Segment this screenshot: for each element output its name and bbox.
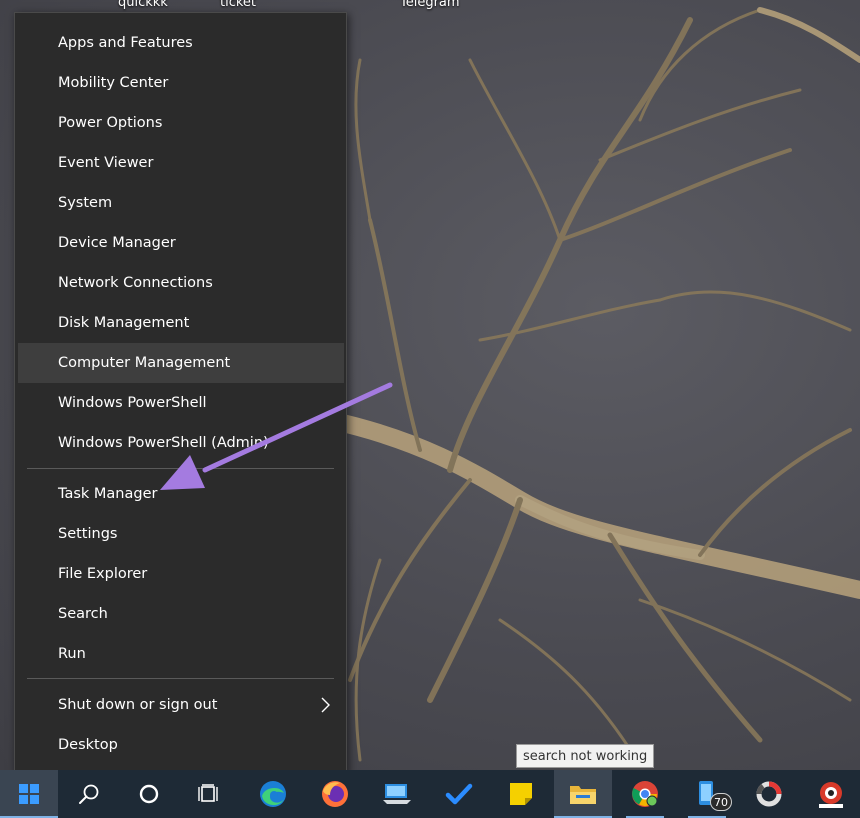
menu-item-label: System	[58, 195, 113, 211]
menu-item-device-manager[interactable]: Device Manager	[18, 223, 344, 263]
chevron-right-icon	[321, 697, 330, 713]
menu-item-mobility-center[interactable]: Mobility Center	[18, 63, 344, 103]
menu-item-label: Disk Management	[58, 315, 190, 331]
menu-item-label: Shut down or sign out	[58, 697, 218, 713]
taskbar-app-file-explorer[interactable]	[554, 770, 612, 818]
menu-item-label: Task Manager	[58, 486, 158, 502]
menu-item-run[interactable]: Run	[18, 634, 344, 674]
todo-check-icon	[445, 783, 473, 805]
menu-item-event-viewer[interactable]: Event Viewer	[18, 143, 344, 183]
power-user-menu: Apps and Features Mobility Center Power …	[14, 12, 347, 774]
file-explorer-icon	[570, 786, 596, 804]
taskbar-app-your-phone[interactable]: 70	[678, 770, 736, 818]
taskbar-app-remote-desktop[interactable]	[368, 770, 426, 818]
menu-item-label: Windows PowerShell	[58, 395, 207, 411]
menu-item-label: Device Manager	[58, 235, 176, 251]
chrome-icon	[632, 781, 658, 807]
menu-item-computer-management[interactable]: Computer Management	[18, 343, 344, 383]
photoscape-icon	[819, 782, 843, 808]
firefox-icon	[322, 781, 348, 807]
taskbar: 70	[0, 770, 860, 818]
menu-item-shut-down-or-sign-out[interactable]: Shut down or sign out	[18, 685, 344, 725]
task-view-icon	[198, 784, 218, 802]
menu-item-file-explorer[interactable]: File Explorer	[18, 554, 344, 594]
menu-item-label: Windows PowerShell (Admin)	[58, 435, 269, 451]
menu-separator	[27, 468, 334, 469]
sticky-notes-icon	[510, 783, 532, 805]
task-view-button[interactable]	[180, 770, 238, 818]
menu-item-label: File Explorer	[58, 566, 148, 582]
desktop-icon-label[interactable]: quickkk	[118, 0, 168, 10]
taskbar-tooltip: search not working	[516, 744, 655, 768]
remote-desktop-icon	[383, 784, 411, 804]
desktop-icon-label[interactable]: Telegram	[400, 0, 460, 10]
menu-item-label: Power Options	[58, 115, 163, 131]
menu-item-task-manager[interactable]: Task Manager	[18, 474, 344, 514]
menu-item-label: Mobility Center	[58, 75, 169, 91]
windows-start-icon	[19, 784, 39, 804]
menu-item-label: Event Viewer	[58, 155, 154, 171]
menu-item-settings[interactable]: Settings	[18, 514, 344, 554]
notification-badge: 70	[710, 793, 732, 811]
menu-item-label: Settings	[58, 526, 118, 542]
menu-item-disk-management[interactable]: Disk Management	[18, 303, 344, 343]
menu-separator	[27, 678, 334, 679]
search-icon	[79, 784, 99, 804]
menu-item-label: Apps and Features	[58, 35, 193, 51]
menu-item-network-connections[interactable]: Network Connections	[18, 263, 344, 303]
menu-item-search[interactable]: Search	[18, 594, 344, 634]
menu-item-windows-powershell-admin[interactable]: Windows PowerShell (Admin)	[18, 423, 344, 463]
progress-ring-icon	[756, 781, 782, 807]
menu-item-label: Run	[58, 646, 86, 662]
cortana-button[interactable]	[120, 770, 178, 818]
taskbar-app-firefox[interactable]	[306, 770, 364, 818]
taskbar-search-button[interactable]	[60, 770, 118, 818]
menu-item-label: Computer Management	[58, 355, 231, 371]
menu-item-apps-and-features[interactable]: Apps and Features	[18, 23, 344, 63]
taskbar-app-photoscape[interactable]	[802, 770, 860, 818]
start-button[interactable]	[0, 770, 58, 818]
menu-item-label: Network Connections	[58, 275, 213, 291]
taskbar-app-todo[interactable]	[430, 770, 488, 818]
menu-item-desktop[interactable]: Desktop	[18, 725, 344, 765]
menu-item-power-options[interactable]: Power Options	[18, 103, 344, 143]
edge-icon	[260, 781, 286, 807]
menu-item-system[interactable]: System	[18, 183, 344, 223]
taskbar-app-chrome[interactable]	[616, 770, 674, 818]
menu-item-windows-powershell[interactable]: Windows PowerShell	[18, 383, 344, 423]
menu-item-label: Search	[58, 606, 108, 622]
cortana-icon	[139, 784, 159, 804]
menu-item-label: Desktop	[58, 737, 118, 753]
taskbar-app-progress-ring[interactable]	[740, 770, 798, 818]
taskbar-app-sticky-notes[interactable]	[492, 770, 550, 818]
taskbar-app-edge[interactable]	[244, 770, 302, 818]
desktop-icon-label[interactable]: ticket	[220, 0, 256, 10]
